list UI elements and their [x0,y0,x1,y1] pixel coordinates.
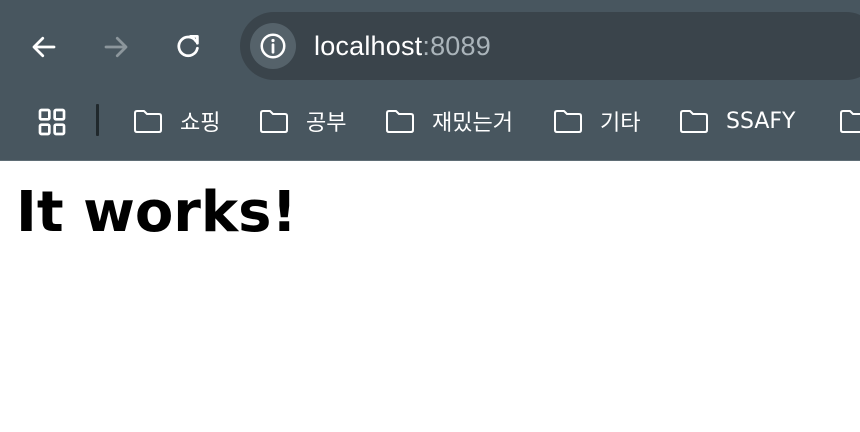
bookmark-folder-etc[interactable]: 기타 [552,103,640,139]
url-port: :8089 [422,30,491,61]
folder-icon [386,110,414,133]
apps-grid-icon [38,108,66,136]
address-bar[interactable]: localhost:8089 [240,12,860,80]
bookmark-folder-fun[interactable]: 재밌는거 [384,103,513,139]
bookmark-label: 공부 [306,111,347,136]
bookmark-folder-ssafy[interactable]: SSAFY [678,103,795,139]
browser-chrome: localhost:8089 쇼핑 공부 재밌는거 기타 SSAFY [0,0,860,161]
bookmark-label: 쇼핑 [180,111,221,136]
bookmark-folder-overflow[interactable] [838,103,860,139]
arrow-left-icon [32,36,56,58]
bookmark-label: SSAFY [726,108,796,134]
bookmark-label: 기타 [600,111,641,136]
page-heading: It works! [16,180,298,245]
url-host: localhost [314,30,423,61]
site-info-button[interactable] [250,23,296,69]
folder-icon [840,110,860,133]
bookmarks-bar: 쇼핑 공부 재밌는거 기타 SSAFY [0,94,860,148]
info-circle-icon [260,33,286,59]
folder-icon [680,110,708,133]
arrow-right-icon [104,36,128,58]
forward-button[interactable] [96,27,136,67]
url-text[interactable]: localhost:8089 [314,31,491,62]
bookmark-label: 재밌는거 [432,111,513,136]
folder-icon [554,110,582,133]
browser-toolbar: localhost:8089 [0,0,860,94]
folder-icon [260,110,288,133]
reload-icon [177,35,199,58]
bookmark-folder-study[interactable]: 공부 [258,103,346,139]
reload-button[interactable] [168,27,208,67]
back-button[interactable] [24,27,64,67]
bookmark-folder-shopping[interactable]: 쇼핑 [132,103,220,139]
folder-icon [134,110,162,133]
bookmarks-divider [96,104,99,136]
apps-button[interactable] [34,104,70,140]
page-content: It works! [0,162,860,432]
